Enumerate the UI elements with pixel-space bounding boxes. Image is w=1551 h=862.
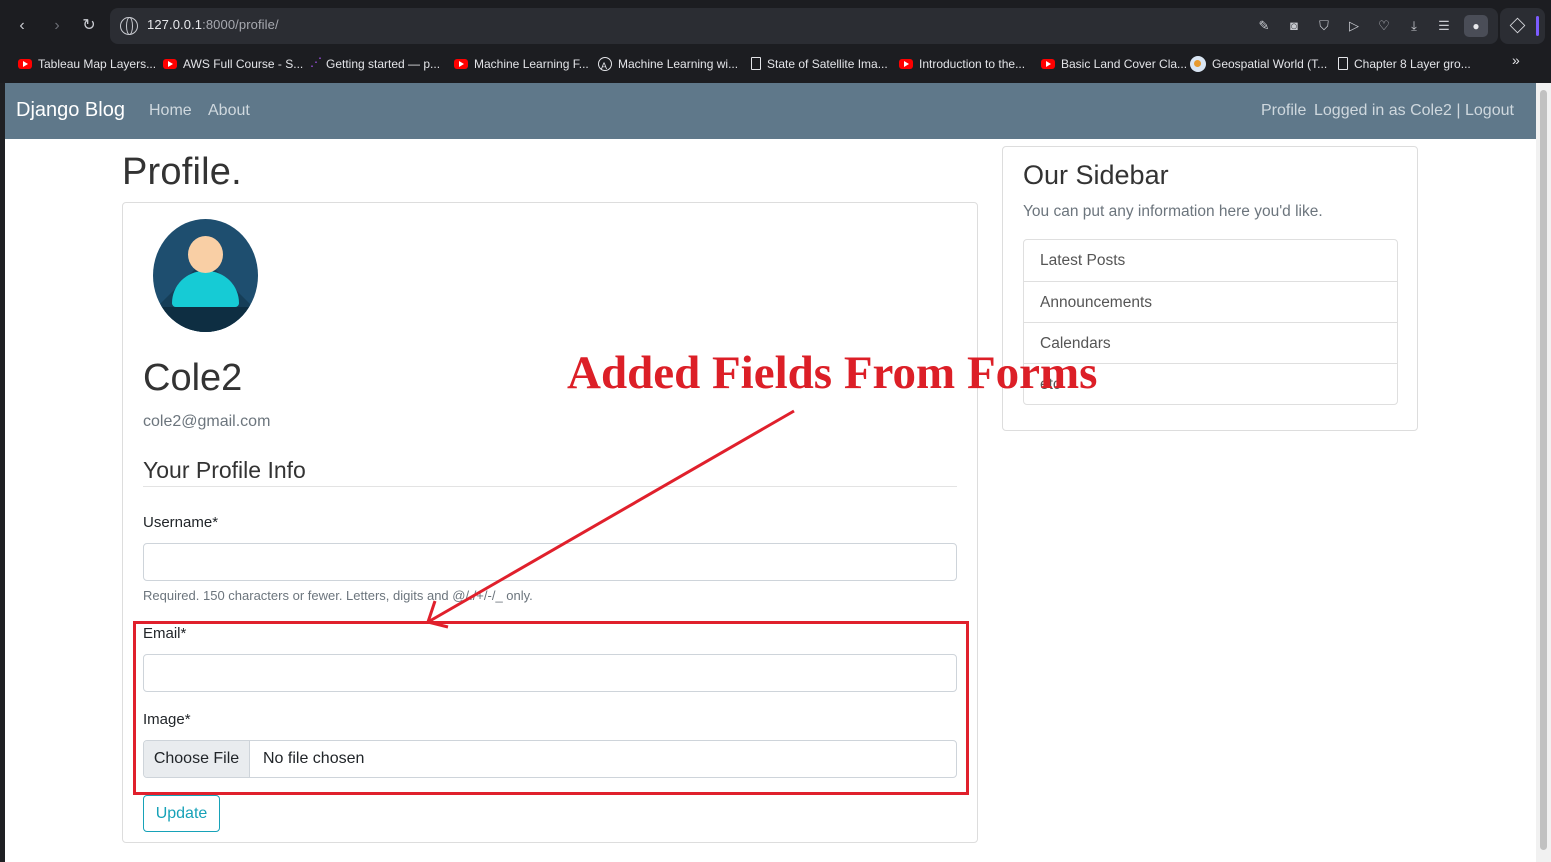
- site-navbar: Django Blog Home About Profile Logged in…: [5, 83, 1536, 139]
- document-icon: [751, 57, 761, 70]
- youtube-icon: [899, 59, 913, 69]
- profile-email: cole2@gmail.com: [143, 413, 271, 430]
- bookmark-item[interactable]: Machine Learning F...: [454, 55, 589, 73]
- bookmark-item[interactable]: State of Satellite Ima...: [751, 55, 888, 73]
- bookmark-item[interactable]: Machine Learning wi...: [598, 55, 738, 75]
- nav-profile-link[interactable]: Profile: [1261, 102, 1306, 120]
- edit-icon[interactable]: ✎: [1256, 18, 1272, 34]
- forward-icon[interactable]: ›: [45, 14, 69, 38]
- youtube-icon: [18, 59, 32, 69]
- bookmarks-bar: Tableau Map Layers... AWS Full Course - …: [0, 50, 1551, 78]
- browser-toolbar: ‹ › ↻ 127.0.0.1:8000/profile/ ✎ ◙ ⛉ ▷ ♡ …: [0, 0, 1551, 50]
- bookmark-item[interactable]: Tableau Map Layers...: [18, 55, 156, 73]
- brand-link[interactable]: Django Blog: [16, 99, 125, 122]
- scrollbar-thumb[interactable]: [1540, 90, 1547, 850]
- section-title: Your Profile Info: [143, 457, 306, 483]
- nav-logout-link[interactable]: Logout: [1465, 102, 1514, 120]
- bookmark-item[interactable]: AWS Full Course - S...: [163, 55, 303, 73]
- profile-username: Cole2: [143, 357, 243, 399]
- sidebar-indicator: [1536, 16, 1539, 36]
- more-bookmarks-icon[interactable]: »: [1512, 52, 1520, 68]
- avatar-body: [172, 271, 239, 307]
- nav-about-link[interactable]: About: [208, 102, 250, 120]
- back-icon[interactable]: ‹: [10, 14, 34, 38]
- download-icon[interactable]: ⤓: [1406, 18, 1422, 34]
- globe-icon: [1190, 56, 1206, 72]
- username-field[interactable]: [143, 543, 957, 581]
- section-divider: [143, 486, 957, 487]
- youtube-icon: [1041, 59, 1055, 69]
- page-title: Profile.: [122, 151, 242, 193]
- username-label: Username*: [143, 514, 219, 531]
- nav-home-link[interactable]: Home: [149, 102, 192, 120]
- bookmark-item[interactable]: Basic Land Cover Cla...: [1041, 55, 1187, 73]
- bookmark-item[interactable]: Chapter 8 Layer gro...: [1338, 55, 1471, 73]
- address-bar[interactable]: 127.0.0.1:8000/profile/ ✎ ◙ ⛉ ▷ ♡ ⤓ ☰: [110, 8, 1498, 44]
- document-icon: [1338, 57, 1348, 70]
- shield-icon[interactable]: ⛉: [1316, 18, 1332, 34]
- reload-icon[interactable]: ↻: [77, 14, 101, 38]
- bookmark-item[interactable]: Introduction to the...: [899, 55, 1025, 73]
- menu-icon[interactable]: ☰: [1436, 18, 1452, 34]
- avatar-base: [153, 307, 258, 332]
- site-info-icon[interactable]: [120, 17, 138, 35]
- sidebar-text: You can put any information here you'd l…: [1023, 203, 1323, 220]
- username-help-text: Required. 150 characters or fewer. Lette…: [143, 588, 533, 603]
- camera-icon[interactable]: ◙: [1286, 18, 1302, 34]
- bookmark-item[interactable]: Getting started — p...: [310, 53, 440, 73]
- cube-icon: [1509, 17, 1526, 34]
- site-icon: [598, 57, 612, 75]
- sidebar-item-latest-posts[interactable]: Latest Posts: [1024, 240, 1397, 281]
- update-button[interactable]: Update: [143, 795, 220, 832]
- youtube-icon: [163, 59, 177, 69]
- logged-in-text: Logged in as Cole2 |: [1314, 102, 1461, 119]
- app-icon: [310, 53, 322, 71]
- extensions-button[interactable]: [1500, 8, 1545, 44]
- avatar-head: [188, 236, 223, 273]
- annotation-text: Added Fields From Forms: [567, 347, 1098, 399]
- sidebar-item-announcements[interactable]: Announcements: [1024, 281, 1397, 322]
- sidebar-title: Our Sidebar: [1023, 160, 1169, 190]
- heart-icon[interactable]: ♡: [1376, 18, 1392, 34]
- user-profile-icon[interactable]: ●: [1464, 15, 1488, 37]
- youtube-icon: [454, 59, 468, 69]
- annotation-highlight-box: [133, 621, 969, 795]
- browser-chrome: ‹ › ↻ 127.0.0.1:8000/profile/ ✎ ◙ ⛉ ▷ ♡ …: [0, 0, 1551, 83]
- avatar: [153, 219, 258, 332]
- play-icon[interactable]: ▷: [1346, 18, 1362, 34]
- url-text[interactable]: 127.0.0.1:8000/profile/: [147, 17, 279, 32]
- bookmark-item[interactable]: Geospatial World (T...: [1190, 55, 1327, 73]
